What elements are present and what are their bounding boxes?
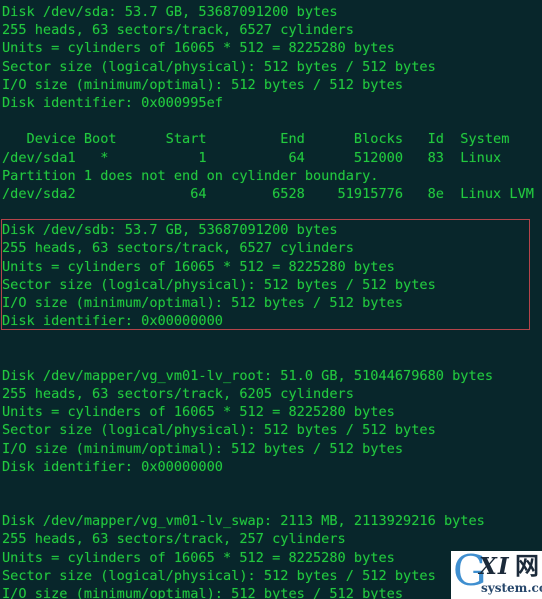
terminal-line: /dev/sda2 64 6528 51915776 8e Linux LVM: [2, 185, 534, 202]
watermark-row: G XI 网 system.com: [451, 551, 542, 599]
terminal-line: Disk /dev/sdb: 53.7 GB, 53687091200 byte…: [2, 222, 338, 239]
terminal-line: Disk /dev/sda: 53.7 GB, 53687091200 byte…: [2, 4, 338, 20]
terminal-line: Sector size (logical/physical): 512 byte…: [2, 276, 436, 293]
terminal-line: Units = cylinders of 16065 * 512 = 82252…: [2, 404, 395, 421]
terminal-line: I/O size (minimum/optimal): 512 bytes / …: [2, 295, 404, 311]
terminal-line: Units = cylinders of 16065 * 512 = 82252…: [2, 40, 395, 57]
terminal-line: /dev/sda1 * 1 64 512000 83 Linux: [2, 149, 502, 166]
terminal-line: Units = cylinders of 16065 * 512 = 82252…: [2, 258, 395, 275]
terminal-line: Disk identifier: 0x00000000: [2, 313, 223, 330]
terminal-line: Sector size (logical/physical): 512 byte…: [2, 422, 436, 439]
terminal-line: I/O size (minimum/optimal): 512 bytes / …: [2, 440, 404, 457]
terminal-line: Disk /dev/mapper/vg_vm01-lv_root: 51.0 G…: [2, 367, 494, 384]
terminal-line: Disk /dev/mapper/vg_vm01-lv_swap: 2113 M…: [2, 513, 485, 530]
watermark-domain-text: system.com: [481, 581, 542, 595]
watermark-letters-xi: XI: [479, 553, 510, 580]
terminal-output: Disk /dev/sda: 53.7 GB, 53687091200 byte…: [2, 3, 542, 599]
terminal-line: Disk identifier: 0x00000000: [2, 458, 223, 475]
terminal-line: Sector size (logical/physical): 512 byte…: [2, 58, 436, 75]
terminal-line: I/O size (minimum/optimal): 512 bytes / …: [2, 76, 404, 93]
terminal-line: 255 heads, 63 sectors/track, 257 cylinde…: [2, 531, 346, 548]
watermark-cjk-glyph: 网: [515, 552, 539, 580]
terminal-line: 255 heads, 63 sectors/track, 6205 cylind…: [2, 385, 354, 402]
watermark-logo: G XI 网 system.com: [451, 551, 542, 599]
terminal-line: Partition 1 does not end on cylinder bou…: [2, 167, 379, 184]
terminal-line: 255 heads, 63 sectors/track, 6527 cylind…: [2, 240, 354, 257]
terminal-line: Disk identifier: 0x000995ef: [2, 94, 223, 111]
terminal-window: Disk /dev/sda: 53.7 GB, 53687091200 byte…: [0, 0, 542, 599]
terminal-line: 255 heads, 63 sectors/track, 6527 cylind…: [2, 22, 354, 39]
terminal-line: Device Boot Start End Blocks Id System: [2, 131, 510, 148]
